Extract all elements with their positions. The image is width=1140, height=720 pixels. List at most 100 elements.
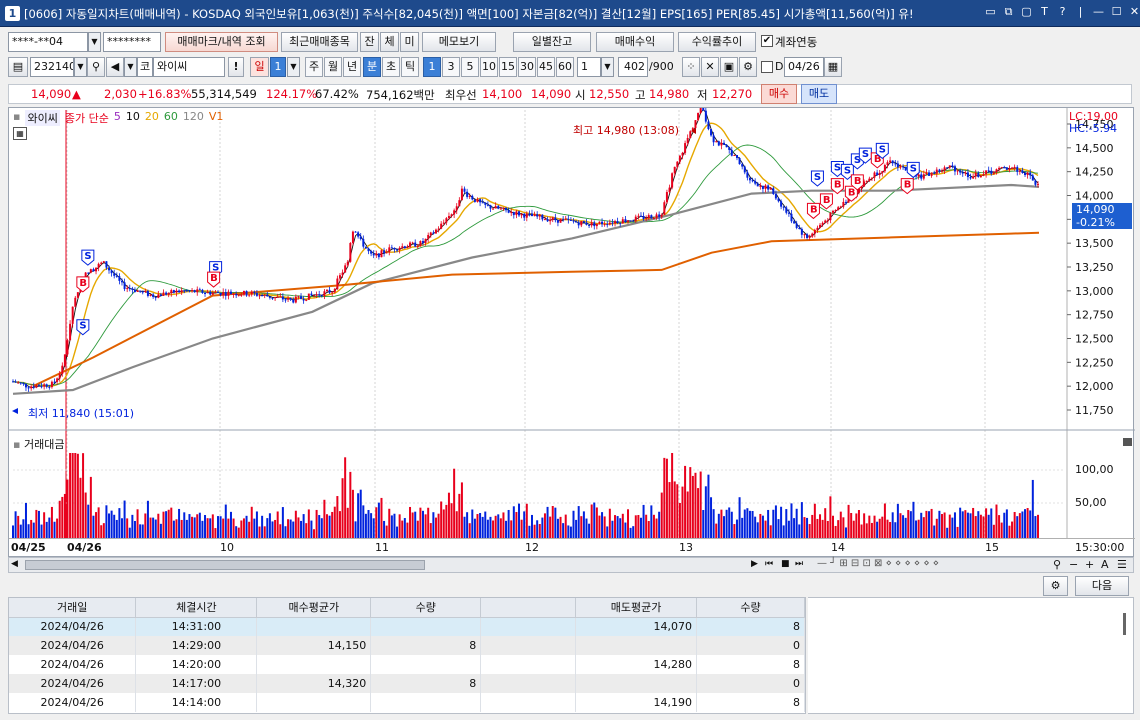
interval-dropdown[interactable]: ▼ — [601, 57, 614, 77]
unfilled-button[interactable]: 미 — [400, 32, 419, 52]
stock-code-field[interactable]: 232140 — [30, 57, 74, 77]
window-icon[interactable]: ▭ — [984, 5, 997, 18]
legend-ma5[interactable]: 5 — [114, 110, 121, 126]
code-dropdown[interactable]: ▼ — [74, 57, 87, 77]
calendar-icon[interactable]: ▦ — [824, 57, 842, 77]
minute-option-10[interactable]: 10 — [480, 57, 498, 77]
account-dropdown[interactable]: ▼ — [88, 32, 101, 52]
minute-option-45[interactable]: 45 — [537, 57, 555, 77]
play-icon[interactable]: ⏭ — [795, 559, 803, 569]
minimize-icon[interactable]: — — [1092, 5, 1105, 18]
stop-icon[interactable]: ■ — [781, 559, 790, 569]
font-t-icon[interactable]: T — [1038, 5, 1051, 18]
legend-ma60[interactable]: 60 — [164, 110, 178, 126]
minute-option-1[interactable]: 1 — [423, 57, 441, 77]
zoom-in-icon[interactable]: + — [1085, 558, 1094, 571]
minute-option-30[interactable]: 30 — [518, 57, 536, 77]
legend-ma10[interactable]: 10 — [126, 110, 140, 126]
pin-icon[interactable]: ▢ — [1020, 5, 1033, 18]
memo-button[interactable]: 메모보기 — [422, 32, 496, 52]
alert-button[interactable]: ! — [228, 57, 244, 77]
candle-body — [489, 205, 492, 209]
minute-option-15[interactable]: 15 — [499, 57, 517, 77]
minute-option-3[interactable]: 3 — [442, 57, 460, 77]
table-row[interactable]: 2024/04/26 14:20:00 14,280 8 — [9, 655, 805, 674]
balance-button[interactable]: 잔 — [360, 32, 379, 52]
col-trade-date[interactable]: 거래일 — [9, 598, 137, 618]
drawing-tools-icon[interactable]: — ┘ ⊞ ⊟ ⊡ ⊠ ⋄ ⋄ ⋄ ⋄ ⋄ ⋄ — [817, 558, 939, 569]
save-icon[interactable]: ▣ — [720, 57, 738, 77]
password-field[interactable]: ******** — [103, 32, 161, 52]
buy-button[interactable]: 매수 — [761, 84, 797, 104]
legend-ma20[interactable]: 20 — [145, 110, 159, 126]
search-icon[interactable]: ⚲ — [87, 57, 105, 77]
interval-field[interactable]: 1 — [577, 57, 601, 77]
rewind-icon[interactable]: ⏮ — [765, 559, 773, 569]
scroll-thumb[interactable] — [25, 560, 425, 570]
next-button[interactable]: 다음 — [1075, 576, 1129, 596]
maximize-icon[interactable]: ☐ — [1110, 5, 1123, 18]
chart-panel[interactable]: SBSSBSBBSBSBSSBSSBB 14,750 14,500 14,250 14… — [8, 107, 1135, 558]
period-dropdown[interactable]: ▼ — [287, 57, 300, 77]
account-link-checkbox[interactable]: ✔ — [761, 35, 773, 47]
date-field[interactable]: 04/26 — [784, 57, 824, 77]
marker-letter: B — [79, 278, 87, 289]
zoom-search-icon[interactable]: ⚲ — [1053, 558, 1061, 571]
date-checkbox[interactable] — [761, 61, 773, 73]
return-trend-button[interactable]: 수익률추이 — [678, 32, 756, 52]
restore-icon[interactable]: ⧉ — [1002, 5, 1015, 18]
trade-profit-button[interactable]: 매매수익 — [596, 32, 674, 52]
tab-year[interactable]: 년 — [343, 57, 361, 77]
stock-name-field[interactable]: 와이씨 — [153, 57, 225, 77]
period-day-num[interactable]: 1 — [270, 57, 286, 77]
account-field[interactable]: ****-**04 — [8, 32, 88, 52]
close-icon[interactable]: ✕ — [1128, 5, 1140, 18]
col-buy-qty[interactable]: 수량 — [370, 598, 482, 618]
col-sell-avg[interactable]: 매도평균가 — [575, 598, 698, 618]
speaker-dropdown[interactable]: ▼ — [124, 57, 137, 77]
price-chart[interactable]: SBSSBSBBSBSBSS BSSBB 14,75014,50014,25014… — [9, 108, 1135, 558]
crosshair-icon[interactable]: ✕ — [701, 57, 719, 77]
table-scroll-thumb[interactable] — [1123, 613, 1126, 635]
tab-second[interactable]: 초 — [382, 57, 400, 77]
volume-bar — [328, 515, 331, 538]
panel-close-icon[interactable] — [1123, 438, 1132, 446]
period-day-tab[interactable]: 일 — [250, 57, 269, 77]
table-row[interactable]: 2024/04/26 14:14:00 14,190 8 — [9, 693, 805, 712]
chart-scrollbar[interactable]: ◀ ▶ ⏮ ■ ⏭ — ┘ ⊞ ⊟ ⊡ ⊠ ⋄ ⋄ ⋄ ⋄ ⋄ ⋄ ⚲ − + … — [8, 557, 1134, 573]
bars-shown-field[interactable]: 402 — [618, 57, 648, 77]
tab-tick[interactable]: 틱 — [401, 57, 419, 77]
zoom-out-icon[interactable]: − — [1069, 558, 1078, 571]
table-row[interactable]: 2024/04/26 14:31:00 14,070 8 — [9, 617, 805, 636]
table-row[interactable]: 2024/04/26 14:29:00 14,150 8 0 — [9, 636, 805, 655]
scroll-left-icon[interactable]: ◀ — [11, 559, 18, 569]
candle-body — [533, 214, 536, 217]
daily-balance-button[interactable]: 일별잔고 — [513, 32, 591, 52]
tab-week[interactable]: 주 — [305, 57, 323, 77]
col-buy-avg[interactable]: 매수평균가 — [256, 598, 372, 618]
text-tool-icon[interactable]: A — [1101, 558, 1109, 571]
grid-settings-icon[interactable]: ⚙ — [1043, 576, 1068, 596]
sell-button[interactable]: 매도 — [801, 84, 837, 104]
question-icon[interactable]: ? — [1056, 5, 1069, 18]
speaker-icon[interactable]: ◀ — [106, 57, 124, 77]
recent-stocks-button[interactable]: 최근매매종목 — [281, 32, 358, 52]
indicator-icon[interactable]: ⁘ — [682, 57, 700, 77]
scroll-right-icon[interactable]: ▶ — [751, 559, 758, 569]
list-icon[interactable]: ☰ — [1117, 558, 1127, 571]
minute-option-60[interactable]: 60 — [556, 57, 574, 77]
executed-button[interactable]: 체 — [380, 32, 399, 52]
tab-minute[interactable]: 분 — [363, 57, 381, 77]
legend-v1[interactable]: V1 — [209, 110, 224, 126]
trade-query-button[interactable]: 매매마크/내역 조회 — [165, 32, 278, 52]
table-row[interactable]: 2024/04/26 14:17:00 14,320 8 0 — [9, 674, 805, 693]
minute-option-5[interactable]: 5 — [461, 57, 479, 77]
gear-icon[interactable]: ⚙ — [739, 57, 757, 77]
legend-close-ma[interactable]: 종가 단순 — [65, 110, 109, 126]
col-exec-time[interactable]: 체결시간 — [135, 598, 258, 618]
tab-month[interactable]: 월 — [324, 57, 342, 77]
layout-icon[interactable]: ▤ — [8, 57, 28, 77]
col-sell-qty[interactable]: 수량 — [696, 598, 805, 618]
table-toggle-icon[interactable]: ▦ — [13, 127, 27, 140]
legend-ma120[interactable]: 120 — [183, 110, 204, 126]
